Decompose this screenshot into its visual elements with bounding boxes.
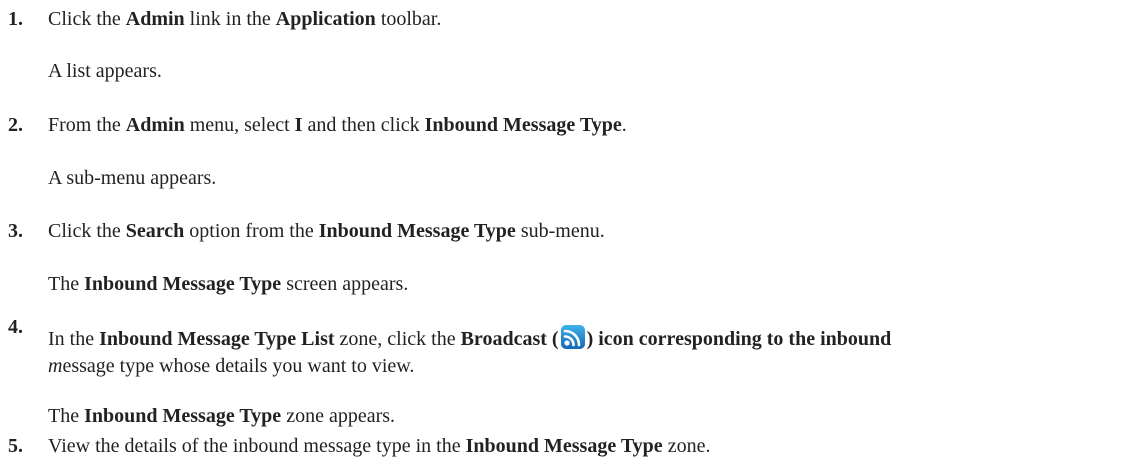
- step-1-result: A list appears.: [48, 60, 162, 82]
- step-4-result: The Inbound Message Type zone appears.: [48, 405, 396, 427]
- ui-term-broadcast: Broadcast: [460, 328, 547, 350]
- ui-term-inbound-message-type-list: Inbound Message Type List: [99, 328, 335, 350]
- ui-term-inbound-message-type: Inbound Message Type: [318, 220, 516, 242]
- step-instruction: From the Admin menu, select I and then c…: [48, 114, 627, 136]
- ui-term-inbound-message-type: Inbound Message Type: [465, 435, 663, 457]
- ui-term-admin: Admin: [125, 8, 185, 30]
- step-instruction: In the Inbound Message Type List zone, c…: [48, 324, 1136, 380]
- step-instruction: Click the Admin link in the Application …: [48, 8, 442, 30]
- step-number: 5.: [8, 435, 23, 457]
- ui-term-inbound-message-type: Inbound Message Type: [424, 114, 622, 136]
- ui-term-inbound-message-type: Inbound Message Type: [84, 273, 282, 295]
- step-instruction: View the details of the inbound message …: [48, 435, 711, 457]
- ui-term-inbound-message-type: Inbound Message Type: [84, 405, 282, 427]
- ui-term-application: Application: [275, 8, 376, 30]
- step-number: 3.: [8, 220, 23, 242]
- ui-term-search: Search: [125, 220, 185, 242]
- step-number: 1.: [8, 8, 23, 30]
- step-3-result: The Inbound Message Type screen appears.: [48, 273, 409, 295]
- step-2-result: A sub-menu appears.: [48, 167, 217, 189]
- step-number: 2.: [8, 114, 23, 136]
- ui-term-admin: Admin: [125, 114, 185, 136]
- step-instruction: Click the Search option from the Inbound…: [48, 220, 605, 242]
- step-number: 4.: [8, 316, 23, 338]
- broadcast-icon: [560, 324, 586, 350]
